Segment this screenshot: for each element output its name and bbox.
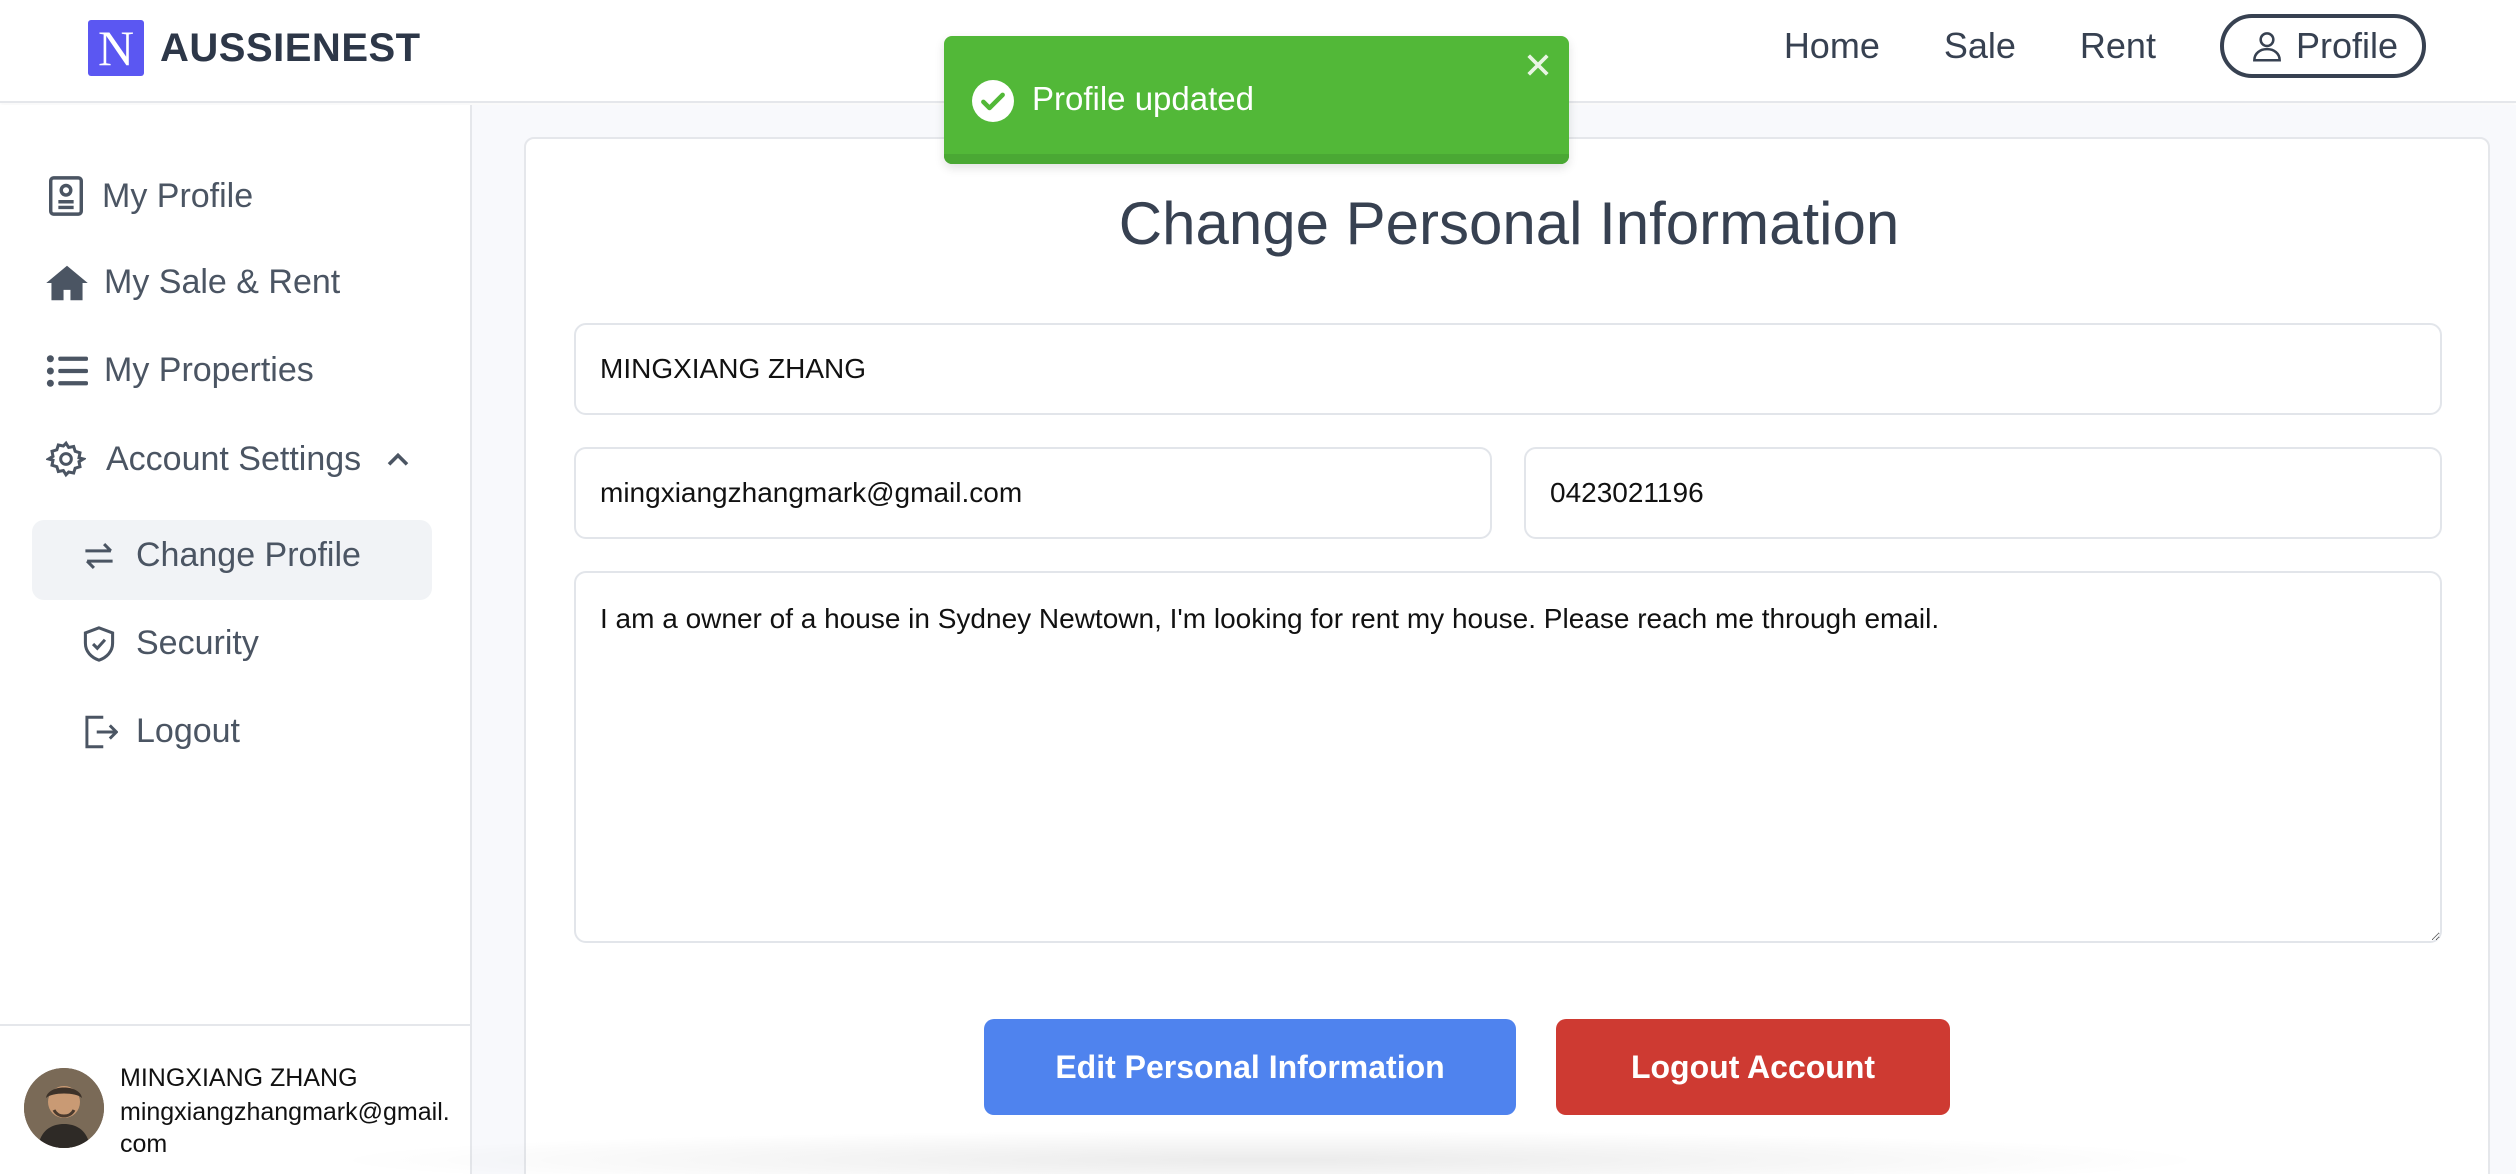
user-icon: [2253, 32, 2281, 62]
sidebar-item-label: Change Profile: [136, 536, 361, 574]
toast-message: Profile updated: [1032, 80, 1254, 117]
profile-card-icon: [49, 176, 83, 216]
phone-input[interactable]: [1524, 447, 2442, 539]
sidebar-item-my-profile[interactable]: My Profile: [46, 175, 253, 217]
name-input[interactable]: [574, 323, 2442, 415]
sidebar-item-my-properties[interactable]: My Properties: [46, 351, 314, 390]
arrows-exchange-icon: [85, 542, 113, 569]
list-icon: [46, 354, 88, 387]
nav-rent-link[interactable]: Rent: [2080, 25, 2156, 67]
bio-textarea[interactable]: I am a owner of a house in Sydney Newtow…: [574, 571, 2442, 943]
check-circle-icon: [972, 80, 1014, 122]
sidebar-user-panel: MINGXIANG ZHANG mingxiangzhangmark@gmail…: [0, 1024, 470, 1174]
logout-icon: [85, 715, 118, 748]
nav-home-link[interactable]: Home: [1784, 25, 1880, 67]
profile-button-label: Profile: [2295, 25, 2398, 66]
sidebar-item-label: Security: [136, 624, 259, 662]
brand-name: AUSSIENEST: [160, 25, 421, 70]
main-nav: Home Sale Rent Profile: [1784, 14, 2426, 78]
sidebar-item-logout[interactable]: Logout: [82, 712, 240, 751]
sidebar-item-change-profile[interactable]: Change Profile: [82, 536, 361, 575]
success-toast: Profile updated: [944, 36, 1569, 164]
main-content: Change Personal Information I am a owner…: [472, 105, 2516, 1174]
avatar[interactable]: [24, 1068, 104, 1148]
sidebar: My Profile My Sale & Rent My Properties …: [0, 105, 472, 1174]
sidebar-item-label: Logout: [136, 712, 240, 750]
logout-account-button[interactable]: Logout Account: [1556, 1019, 1950, 1115]
nav-sale-link[interactable]: Sale: [1944, 25, 2016, 67]
user-email: mingxiangzhangmark@gmail.com: [120, 1098, 450, 1158]
page-title: Change Personal Information: [1118, 190, 1900, 257]
profile-form-card: Change Personal Information I am a owner…: [524, 137, 2490, 1174]
profile-button[interactable]: Profile: [2219, 14, 2426, 78]
sidebar-item-label: My Profile: [102, 176, 254, 215]
sidebar-item-label: My Properties: [104, 351, 314, 389]
close-icon[interactable]: [1525, 52, 1551, 78]
email-input[interactable]: [574, 447, 1492, 539]
sidebar-item-label: My Sale & Rent: [104, 263, 341, 301]
toast-progress-bar: [944, 154, 1569, 164]
edit-personal-information-button[interactable]: Edit Personal Information: [984, 1019, 1516, 1115]
gear-icon: [46, 440, 86, 478]
user-name: MINGXIANG ZHANG: [120, 1064, 358, 1092]
sidebar-item-security[interactable]: Security: [82, 624, 259, 663]
logo[interactable]: N AUSSIENEST: [88, 20, 421, 76]
home-icon: [46, 265, 88, 300]
chevron-up-icon[interactable]: [385, 450, 411, 468]
sidebar-item-label: Account Settings: [106, 439, 362, 478]
sidebar-item-account-settings[interactable]: Account Settings: [46, 439, 411, 479]
logo-icon: N: [88, 20, 144, 76]
shield-check-icon: [83, 625, 115, 662]
sidebar-item-my-sale-rent[interactable]: My Sale & Rent: [46, 263, 340, 302]
